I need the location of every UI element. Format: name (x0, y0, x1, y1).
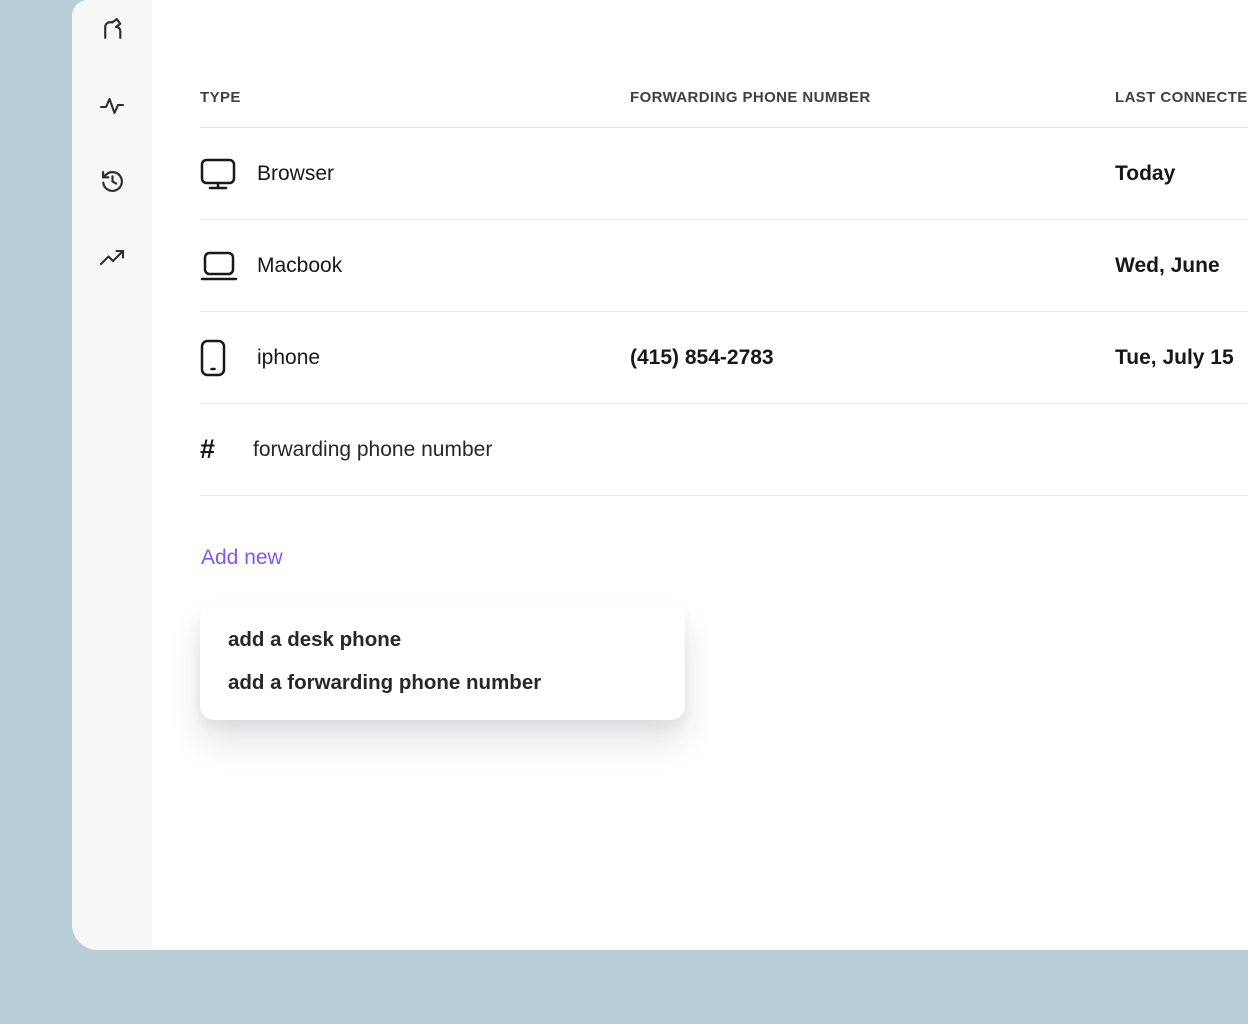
device-name: iphone (257, 346, 320, 370)
history-icon (100, 169, 125, 197)
table-row-iphone[interactable]: iphone (415) 854-2783 Tue, July 15 (200, 312, 1248, 404)
app-window: TYPE FORWARDING PHONE NUMBER LAST CONNEC… (72, 0, 1248, 950)
add-new-button[interactable]: Add new (201, 546, 283, 570)
sidebar-item-activity[interactable] (97, 92, 127, 122)
menu-item-add-forwarding-phone-number[interactable]: add a forwarding phone number (228, 671, 657, 695)
sidebar (72, 0, 152, 950)
device-name: Macbook (257, 254, 342, 278)
trending-up-icon (99, 246, 125, 273)
laptop-icon (200, 251, 240, 281)
column-header-type: TYPE (200, 89, 630, 106)
new-entry-cell: # forwarding phone number (200, 434, 492, 465)
forwarding-phone-number-label: forwarding phone number (253, 438, 492, 462)
hash-icon: # (200, 434, 240, 465)
table-row-macbook[interactable]: Macbook Wed, June (200, 220, 1248, 312)
main-content: TYPE FORWARDING PHONE NUMBER LAST CONNEC… (152, 0, 1248, 950)
activity-icon (99, 93, 125, 122)
device-name: Browser (257, 162, 334, 186)
logo-icon (99, 16, 126, 46)
smartphone-icon (200, 339, 240, 377)
monitor-icon (200, 158, 240, 190)
table-row-browser[interactable]: Browser Today (200, 128, 1248, 220)
column-header-last-connected: LAST CONNECTED (1115, 89, 1248, 106)
last-connected-value: Today (1115, 162, 1248, 186)
sidebar-item-history[interactable] (97, 168, 127, 198)
sidebar-item-logo[interactable] (97, 16, 127, 46)
last-connected-value: Tue, July 15 (1115, 346, 1248, 370)
forwarding-number-value: (415) 854-2783 (630, 346, 1115, 370)
menu-item-add-desk-phone[interactable]: add a desk phone (228, 628, 657, 652)
device-type-cell: Macbook (200, 251, 630, 281)
device-type-cell: iphone (200, 339, 630, 377)
forwarding-phone-number-input-row[interactable]: # forwarding phone number (200, 404, 1248, 496)
column-header-forwarding-phone-number: FORWARDING PHONE NUMBER (630, 89, 1115, 106)
add-new-menu: add a desk phone add a forwarding phone … (200, 603, 685, 720)
sidebar-item-trending[interactable] (97, 244, 127, 274)
device-type-cell: Browser (200, 158, 630, 190)
devices-table: TYPE FORWARDING PHONE NUMBER LAST CONNEC… (200, 0, 1248, 496)
last-connected-value: Wed, June (1115, 254, 1248, 278)
table-header: TYPE FORWARDING PHONE NUMBER LAST CONNEC… (200, 0, 1248, 128)
